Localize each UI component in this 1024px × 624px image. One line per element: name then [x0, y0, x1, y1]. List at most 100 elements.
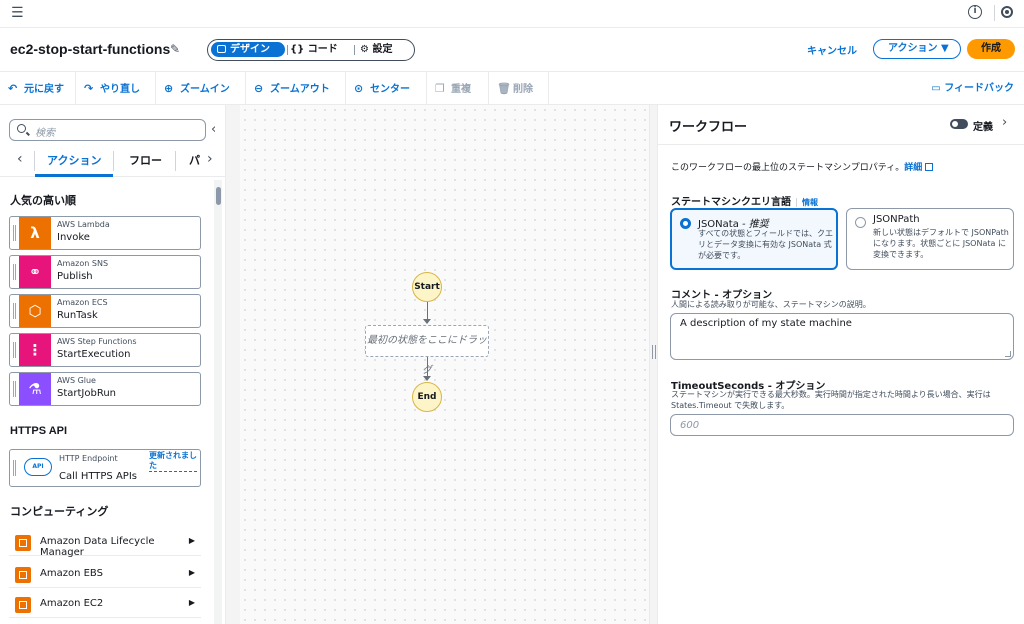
create-button[interactable]: 作成: [967, 39, 1015, 59]
center-button[interactable]: ⊙ センター: [346, 72, 427, 105]
timeout-hint: ステートマシンが実行できる最大秒数。実行時間が指定された時間より長い場合、実行は…: [671, 390, 991, 410]
start-node[interactable]: Start: [412, 272, 442, 302]
feedback-button[interactable]: ▭ フィードバック: [931, 72, 1014, 105]
drag-handle[interactable]: [13, 342, 16, 358]
redo-icon: ↷: [84, 82, 94, 95]
jsonata-option[interactable]: JSONata - 推奨 すべての状態とフィールドでは、クエリとデータ変換に有効…: [670, 208, 838, 270]
tab-flow[interactable]: フロー: [129, 152, 162, 168]
resize-grip-icon[interactable]: [1005, 351, 1011, 357]
info-icon[interactable]: i: [968, 5, 982, 19]
comment-textarea[interactable]: A description of my state machine: [670, 313, 1014, 360]
card-action: StartJobRun: [57, 388, 117, 399]
drag-handle[interactable]: [13, 303, 16, 319]
caret-right-icon[interactable]: ▶: [189, 598, 195, 607]
radio-selected[interactable]: [680, 218, 691, 229]
search-placeholder: 検索: [35, 128, 55, 139]
radio-unselected[interactable]: [855, 217, 866, 228]
description-text: このワークフローの最上位のステートマシンプロパティ。: [671, 163, 905, 173]
caret-right-icon[interactable]: ▶: [189, 568, 195, 577]
glue-icon: ⚗: [19, 373, 51, 405]
details-link[interactable]: 詳細: [904, 163, 934, 173]
state-card-glue-startjobrun[interactable]: ⚗ AWS Glue StartJobRun: [9, 372, 201, 406]
arrow-head: [423, 376, 431, 381]
connector-line: [427, 357, 428, 377]
caret-right-icon[interactable]: ▶: [189, 536, 195, 545]
section-heading: コンピューティング: [10, 506, 109, 518]
timeout-placeholder: 600: [680, 420, 700, 431]
jsonpath-option[interactable]: JSONPath 新しい状態はデフォルトで JSONPath になります。状態ご…: [846, 208, 1014, 270]
panel-gap: [226, 105, 240, 624]
zoom-in-button[interactable]: ⊕ ズームイン: [156, 72, 246, 105]
service-icon: [15, 535, 31, 551]
redo-button[interactable]: ↷ やり直し: [76, 72, 156, 105]
center-label: センター: [370, 84, 410, 95]
details-link-label: 詳細: [904, 163, 923, 173]
drag-handle[interactable]: [13, 264, 16, 280]
list-item-label: Amazon EBS: [40, 568, 103, 579]
end-node[interactable]: End: [412, 382, 442, 412]
list-item[interactable]: Amazon Data Lifecycle Manager ▶: [9, 530, 201, 558]
resize-handle-icon[interactable]: [652, 345, 656, 359]
list-item[interactable]: Amazon EBS ▶: [9, 562, 201, 588]
tab-actions[interactable]: アクション: [47, 152, 101, 168]
edit-name-icon[interactable]: ✎: [170, 42, 180, 56]
divider: [113, 151, 114, 171]
card-action: Call HTTPS APIs: [59, 471, 137, 482]
definition-toggle[interactable]: [950, 119, 968, 129]
chevron-right-icon[interactable]: ›: [1002, 115, 1007, 130]
canvas-toolbar: ↶ 元に戻す ↷ やり直し ⊕ ズームイン ⊖ ズームアウト ⊙ センター ❐ 重複 🗑 削除…: [0, 72, 1024, 105]
config-mode-button[interactable]: ⚙ 設定: [360, 42, 392, 57]
undo-button[interactable]: ↶ 元に戻す: [0, 72, 76, 105]
code-mode-button[interactable]: {} コード: [290, 42, 338, 57]
state-card-lambda-invoke[interactable]: λ AWS Lambda Invoke: [9, 216, 201, 250]
card-service: HTTP Endpoint: [59, 454, 118, 463]
service-icon: [15, 597, 31, 613]
chevron-right-icon[interactable]: ›: [207, 151, 213, 167]
drag-handle[interactable]: [13, 381, 16, 397]
cancel-button[interactable]: キャンセル: [807, 42, 857, 57]
drag-handle[interactable]: [13, 225, 16, 241]
drop-zone[interactable]: 最初の状態をここにドラッグ: [365, 325, 489, 376]
undo-icon: ↶: [8, 82, 18, 95]
ecs-icon: ⬡: [19, 295, 51, 327]
design-mode-button[interactable]: デザイン: [211, 42, 285, 57]
info-link[interactable]: 情報: [796, 198, 818, 207]
list-item-label: Amazon Data Lifecycle Manager: [40, 536, 155, 558]
service-icon: [15, 567, 31, 583]
search-input[interactable]: 検索: [9, 119, 206, 141]
zoom-in-icon: ⊕: [164, 82, 174, 95]
feedback-label: フィードバック: [944, 83, 1014, 94]
lambda-icon: λ: [19, 217, 51, 249]
duplicate-button[interactable]: ❐ 重複: [427, 72, 489, 105]
updated-badge[interactable]: 更新されました: [149, 451, 197, 472]
divider: [354, 45, 355, 55]
list-item[interactable]: Amazon EC2 ▶: [9, 592, 201, 618]
collapse-panel-icon[interactable]: ‹: [211, 122, 216, 137]
step-functions-icon: ⋮: [19, 334, 51, 366]
settings-icon[interactable]: [1001, 6, 1013, 18]
action-dropdown-button[interactable]: アクション ▼: [873, 39, 961, 59]
timeout-input[interactable]: 600: [670, 414, 1014, 436]
tab-patterns[interactable]: パ: [189, 152, 200, 168]
scrollbar[interactable]: [214, 180, 222, 624]
api-cloud-icon: API: [24, 458, 52, 476]
state-card-ecs-runtask[interactable]: ⬡ Amazon ECS RunTask: [9, 294, 201, 328]
chevron-left-icon[interactable]: ‹: [17, 151, 23, 167]
comment-hint: 人間による読み取りが可能な、ステートマシンの説明。: [671, 300, 871, 309]
workflow-canvas[interactable]: [240, 105, 649, 624]
query-language-text: ステートマシンクエリ言語: [671, 197, 791, 208]
section-heading: 人気の高い順: [10, 195, 76, 207]
comment-value: A description of my state machine: [680, 318, 852, 329]
state-card-sns-publish[interactable]: ⚭ Amazon SNS Publish: [9, 255, 201, 289]
hamburger-menu-icon[interactable]: ☰: [11, 5, 24, 21]
drag-handle[interactable]: [13, 460, 16, 476]
delete-button[interactable]: 🗑 削除: [489, 72, 549, 105]
zoom-out-button[interactable]: ⊖ ズームアウト: [246, 72, 346, 105]
card-service: AWS Step Functions: [57, 337, 137, 346]
card-action: Publish: [57, 271, 93, 282]
scrollbar-thumb[interactable]: [216, 187, 221, 205]
divider: [287, 45, 288, 55]
state-card-http-endpoint[interactable]: API HTTP Endpoint Call HTTPS APIs 更新されまし…: [9, 449, 201, 487]
state-card-stepfunctions-startexecution[interactable]: ⋮ AWS Step Functions StartExecution: [9, 333, 201, 367]
resize-divider[interactable]: [649, 105, 658, 624]
